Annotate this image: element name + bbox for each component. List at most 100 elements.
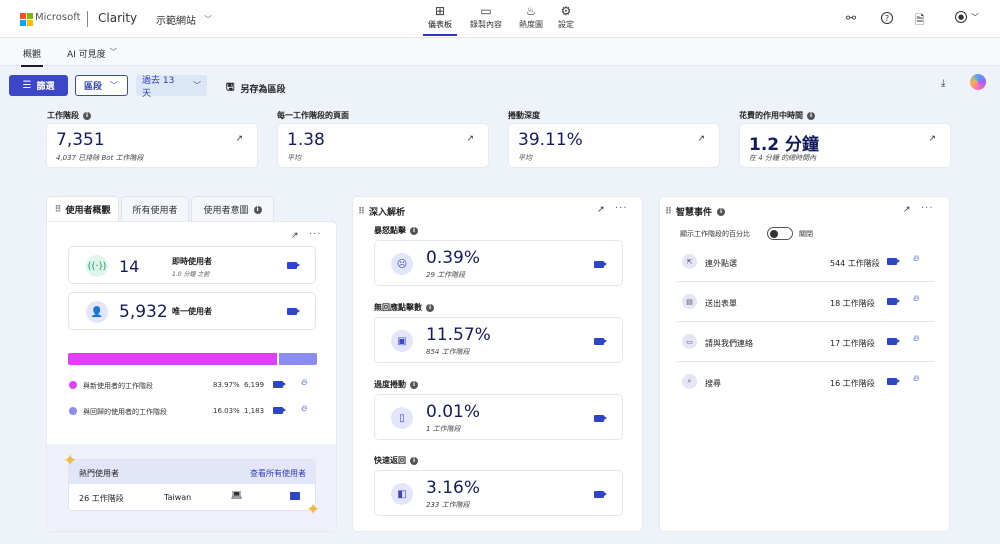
- info-icon: i: [410, 226, 418, 235]
- metric-sessions-card[interactable]: 7,351 4,037 已排除 Bot 工作階段 ↗: [46, 123, 258, 168]
- legend-returning-label: 與回歸的使用者的工作階段: [83, 408, 167, 416]
- tab-bar: 概觀 AI 可見度 ﹀: [0, 38, 1000, 67]
- download-icon[interactable]: ⤓: [941, 78, 945, 89]
- tab-ai-visibility[interactable]: AI 可見度 ﹀: [67, 47, 117, 60]
- nav-dashboard[interactable]: ⊞ 儀表板: [420, 4, 460, 36]
- excessive-scroll-card[interactable]: ▯ 0.01% 1 工作階段: [374, 394, 623, 440]
- smart-event-count: 16 工作階段: [830, 379, 875, 388]
- recording-icon[interactable]: [887, 338, 900, 345]
- drag-handle-icon[interactable]: ⠿: [358, 207, 365, 217]
- metric-time-card[interactable]: 1.2 分鐘 在 4 分鐘 的總時間內 ↗: [739, 123, 951, 168]
- contact-card-icon: ▭: [682, 334, 697, 349]
- recording-icon[interactable]: [594, 415, 607, 422]
- quick-backs-value: 3.16%: [426, 478, 481, 498]
- recording-icon[interactable]: [887, 378, 900, 385]
- recording-icon[interactable]: [887, 298, 900, 305]
- top-users-title: 熱門使用者: [79, 469, 119, 478]
- smart-event-row[interactable]: ⇱ 連外點選 544 工作階段 🔥︎: [677, 242, 934, 282]
- segment-button[interactable]: 區段 ﹀: [75, 75, 128, 96]
- top-users-card: 熱門使用者 查看所有使用者 26 工作階段 Taiwan 💻︎: [68, 459, 316, 511]
- filter-button[interactable]: ☰ 篩選: [9, 75, 68, 96]
- trend-chart-icon[interactable]: ↗: [235, 134, 243, 144]
- percent-toggle[interactable]: [767, 227, 793, 240]
- smart-event-row[interactable]: ▤ 送出表單 18 工作階段 🔥︎: [677, 282, 934, 322]
- trend-chart-icon[interactable]: ↗: [928, 134, 936, 144]
- heatmap-icon[interactable]: 🔥︎: [913, 374, 920, 384]
- brand-divider: [87, 11, 88, 27]
- legend-new-label: 與新使用者的工作階段: [83, 382, 153, 390]
- trend-chart-icon[interactable]: ↗: [466, 134, 474, 144]
- recording-icon[interactable]: [594, 261, 607, 268]
- trend-chart-icon[interactable]: ↗: [597, 205, 605, 215]
- segment-label: 區段: [84, 82, 103, 92]
- copilot-icon[interactable]: [970, 74, 986, 90]
- live-users-card[interactable]: ((·)) 14 即時使用者 1.0 分鐘 之前: [68, 246, 316, 284]
- percent-toggle-state: 關閉: [799, 230, 813, 238]
- more-options-icon[interactable]: ···: [615, 203, 628, 214]
- nav-recordings[interactable]: ▭ 錄製內容: [466, 4, 506, 30]
- view-all-users-link[interactable]: 查看所有使用者: [250, 468, 306, 479]
- trend-chart-icon[interactable]: ↗: [697, 134, 705, 144]
- metric-scroll-card[interactable]: 39.11% 平均 ↗: [508, 123, 720, 168]
- dead-clicks-sub: 854 工作階段: [426, 348, 470, 356]
- tab-all-users[interactable]: 所有使用者: [121, 196, 189, 222]
- heatmap-icon[interactable]: 🔥︎: [913, 334, 920, 344]
- heatmap-icon[interactable]: 🔥︎: [913, 254, 920, 264]
- smart-event-row[interactable]: ▭ 請與我們連絡 17 工作階段 🔥︎: [677, 322, 934, 362]
- quick-backs-card[interactable]: ◧ 3.16% 233 工作階段: [374, 470, 623, 516]
- legend-new-dot: [69, 381, 77, 389]
- date-range-button[interactable]: 過去 13 天 ﹀: [136, 75, 207, 99]
- heatmap-icon[interactable]: 🔥︎: [301, 378, 308, 388]
- smart-event-name: 連外點選: [705, 259, 737, 268]
- drag-handle-icon[interactable]: ⠿: [665, 207, 672, 217]
- document-icon[interactable]: 🗎: [915, 11, 925, 32]
- tab-user-intent[interactable]: 使用者意圖 i: [191, 196, 274, 222]
- app-name[interactable]: Clarity: [98, 11, 137, 25]
- recording-icon[interactable]: [594, 338, 607, 345]
- info-icon: i: [717, 207, 726, 216]
- recording-icon[interactable]: [273, 381, 286, 388]
- recording-icon[interactable]: [273, 407, 286, 414]
- dead-clicks-value: 11.57%: [426, 325, 491, 345]
- unique-users-card[interactable]: 👤 5,932 唯一使用者: [68, 292, 316, 330]
- smart-event-count: 17 工作階段: [830, 339, 875, 348]
- quick-backs-sub: 233 工作階段: [426, 501, 470, 509]
- chevron-down-icon: ﹀: [109, 48, 117, 56]
- more-options-icon[interactable]: ···: [309, 229, 322, 240]
- nav-heatmaps[interactable]: ♨ 熱度圖: [511, 4, 551, 30]
- project-selector[interactable]: 示範網站 ﹀: [156, 12, 212, 27]
- dead-clicks-card[interactable]: ▣ 11.57% 854 工作階段: [374, 317, 623, 363]
- top-bar: Microsoft Clarity 示範網站 ﹀ ⊞ 儀表板 ▭ 錄製內容 ♨ …: [0, 0, 1000, 38]
- live-users-label: 即時使用者: [172, 257, 212, 266]
- form-icon: ▤: [682, 294, 697, 309]
- microsoft-logo: [20, 13, 33, 26]
- trend-chart-icon[interactable]: ↗: [291, 231, 299, 241]
- user-card-icon[interactable]: [290, 492, 300, 500]
- tab-user-overview[interactable]: ⠿ 使用者概觀: [46, 196, 119, 222]
- recording-icon[interactable]: [287, 262, 300, 269]
- account-menu[interactable]: ● ﹀: [955, 11, 979, 23]
- share-icon[interactable]: ⚯: [846, 11, 856, 25]
- save-segment-button[interactable]: 🖫 另存為區段: [226, 80, 286, 97]
- sparkle-icon: ✦: [306, 500, 321, 520]
- metric-pages-card[interactable]: 1.38 平均 ↗: [277, 123, 489, 168]
- heatmap-icon[interactable]: 🔥︎: [913, 294, 920, 304]
- help-icon[interactable]: ?: [881, 12, 893, 24]
- recording-icon[interactable]: [887, 258, 900, 265]
- info-icon: i: [253, 205, 262, 214]
- excessive-scroll-sub: 1 工作階段: [426, 425, 461, 433]
- trend-chart-icon[interactable]: ↗: [903, 205, 911, 215]
- drag-handle-icon[interactable]: ⠿: [54, 205, 61, 215]
- nav-settings[interactable]: ⚙ 設定: [546, 4, 586, 30]
- toggle-knob: [770, 230, 778, 238]
- legend-new-count: 6,199: [244, 381, 265, 389]
- tab-overview[interactable]: 概觀: [20, 47, 44, 67]
- sparkle-icon: ✦: [63, 451, 78, 471]
- smart-event-row[interactable]: ⌕ 搜尋 16 工作階段 🔥︎: [677, 362, 934, 402]
- recording-icon[interactable]: [594, 491, 607, 498]
- more-options-icon[interactable]: ···: [921, 203, 934, 214]
- heatmap-icon[interactable]: 🔥︎: [301, 404, 308, 414]
- unique-users-label: 唯一使用者: [172, 307, 212, 316]
- rage-clicks-card[interactable]: ☹ 0.39% 29 工作階段: [374, 240, 623, 286]
- recording-icon[interactable]: [287, 308, 300, 315]
